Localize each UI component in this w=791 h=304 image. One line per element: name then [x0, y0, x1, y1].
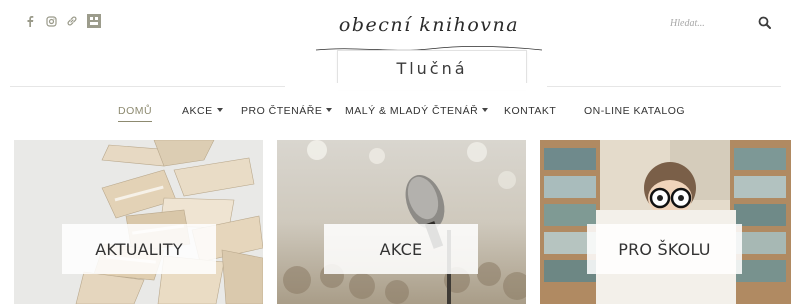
- chevron-down-icon: [482, 108, 489, 113]
- social-links: [24, 14, 101, 28]
- tile-label: AKTUALITY: [62, 224, 216, 274]
- main-nav: DOMŮ AKCE PRO ČTENÁŘE MALÝ & MLADÝ ČTENÁ…: [0, 103, 791, 123]
- nav-item-akce[interactable]: AKCE: [182, 103, 223, 119]
- tile-aktuality[interactable]: AKTUALITY: [14, 140, 263, 304]
- nav-item-maly-mlady-ctenar[interactable]: MALÝ & MLADÝ ČTENÁŘ: [345, 103, 489, 119]
- chevron-down-icon: [326, 108, 333, 113]
- nav-item-label: ON-LINE KATALOG: [584, 105, 686, 117]
- nav-item-label: AKCE: [182, 105, 213, 117]
- nav-item-kontakt[interactable]: KONTAKT: [504, 103, 556, 119]
- search-input[interactable]: [652, 17, 746, 29]
- nav-item-label: MALÝ & MLADÝ ČTENÁŘ: [345, 105, 479, 117]
- feature-tiles: AKTUALITY AKCE PRO ŠKOLU: [14, 140, 791, 304]
- chevron-down-icon: [216, 108, 223, 113]
- logo-name: Tlučná: [396, 59, 468, 78]
- divider-gap: [285, 83, 547, 90]
- nav-item-domu[interactable]: DOMŮ: [118, 103, 153, 122]
- books-image: [14, 140, 263, 304]
- nav-item-label: DOMŮ: [118, 105, 153, 117]
- search-bar: [652, 12, 776, 34]
- site-logo[interactable]: obecní knihovna Tlučná: [309, 14, 549, 88]
- tile-label: PRO ŠKOLU: [587, 224, 742, 274]
- nav-item-online-katalog[interactable]: ON-LINE KATALOG: [584, 103, 685, 119]
- search-icon[interactable]: [758, 16, 772, 30]
- microphone-image: [277, 140, 526, 304]
- child-reading-image: [540, 140, 791, 304]
- tile-pro-skolu[interactable]: PRO ŠKOLU: [540, 140, 791, 304]
- nav-item-label: KONTAKT: [504, 105, 557, 117]
- nav-item-pro-ctenare[interactable]: PRO ČTENÁŘE: [241, 103, 333, 119]
- tile-label: AKCE: [324, 224, 478, 274]
- nav-item-label: PRO ČTENÁŘE: [241, 105, 323, 117]
- library-icon[interactable]: [87, 14, 101, 28]
- instagram-icon[interactable]: [45, 15, 57, 27]
- facebook-icon[interactable]: [24, 15, 36, 27]
- logo-script-text: obecní knihovna: [338, 14, 520, 36]
- tile-akce[interactable]: AKCE: [277, 140, 526, 304]
- link-icon[interactable]: [66, 15, 78, 27]
